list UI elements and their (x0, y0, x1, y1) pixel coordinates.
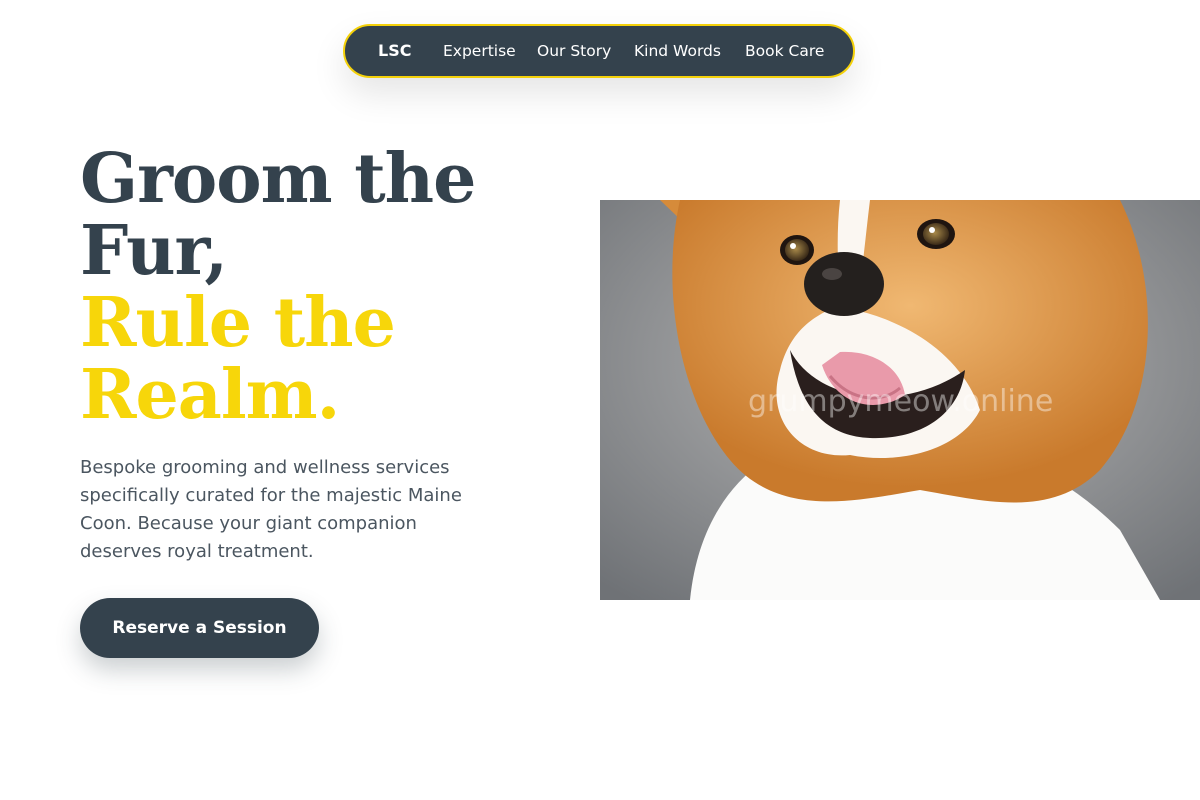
nav-logo[interactable]: LSC (378, 26, 411, 76)
hero-accent-line-1: Rule the (80, 283, 396, 363)
nav-link-our-story[interactable]: Our Story (537, 26, 611, 76)
hero-dog-image: grumpymeow.online (600, 200, 1200, 600)
nav-link-kind-words[interactable]: Kind Words (634, 26, 721, 76)
hero-description: Bespoke grooming and wellness services s… (80, 457, 462, 562)
nav-link-expertise[interactable]: Expertise (443, 26, 516, 76)
reserve-session-button[interactable]: Reserve a Session (80, 598, 319, 658)
hero-title-line-1: Groom the (80, 139, 476, 219)
hero-title-line-2: Fur, (80, 211, 228, 291)
top-nav: LSC Expertise Our Story Kind Words Book … (343, 24, 855, 78)
hero-title: Groom the Fur, Rule the Realm. (80, 139, 476, 435)
hero-accent-line-2: Realm. (80, 355, 340, 435)
image-watermark: grumpymeow.online (748, 384, 1054, 419)
nav-link-book-care[interactable]: Book Care (745, 26, 824, 76)
